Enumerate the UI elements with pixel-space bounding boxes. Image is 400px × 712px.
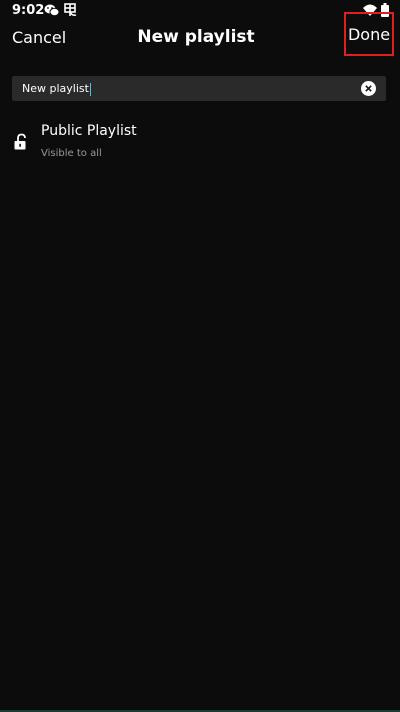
unlock-icon: [13, 133, 29, 151]
app-notification-icon: [62, 2, 78, 18]
clear-icon[interactable]: [361, 81, 376, 96]
done-button-label: Done: [347, 24, 391, 44]
wechat-icon: [44, 2, 60, 18]
text-caret: [89, 82, 91, 96]
playlist-name-input[interactable]: New playlist: [22, 76, 342, 101]
playlist-name-field[interactable]: New playlist: [12, 76, 386, 101]
new-playlist-screen: 9:02 Cancel New playlist Done New playli…: [0, 0, 400, 712]
page-title: New playlist: [137, 27, 255, 47]
public-playlist-option[interactable]: Public Playlist Visible to all: [0, 118, 400, 168]
option-title: Public Playlist: [41, 123, 137, 139]
header: Cancel New playlist Done: [0, 12, 400, 56]
status-bar: 9:02: [0, 0, 400, 22]
done-button[interactable]: Done: [344, 12, 394, 56]
status-time: 9:02: [12, 3, 45, 18]
option-subtitle: Visible to all: [41, 148, 102, 159]
playlist-name-value: New playlist: [22, 82, 89, 95]
